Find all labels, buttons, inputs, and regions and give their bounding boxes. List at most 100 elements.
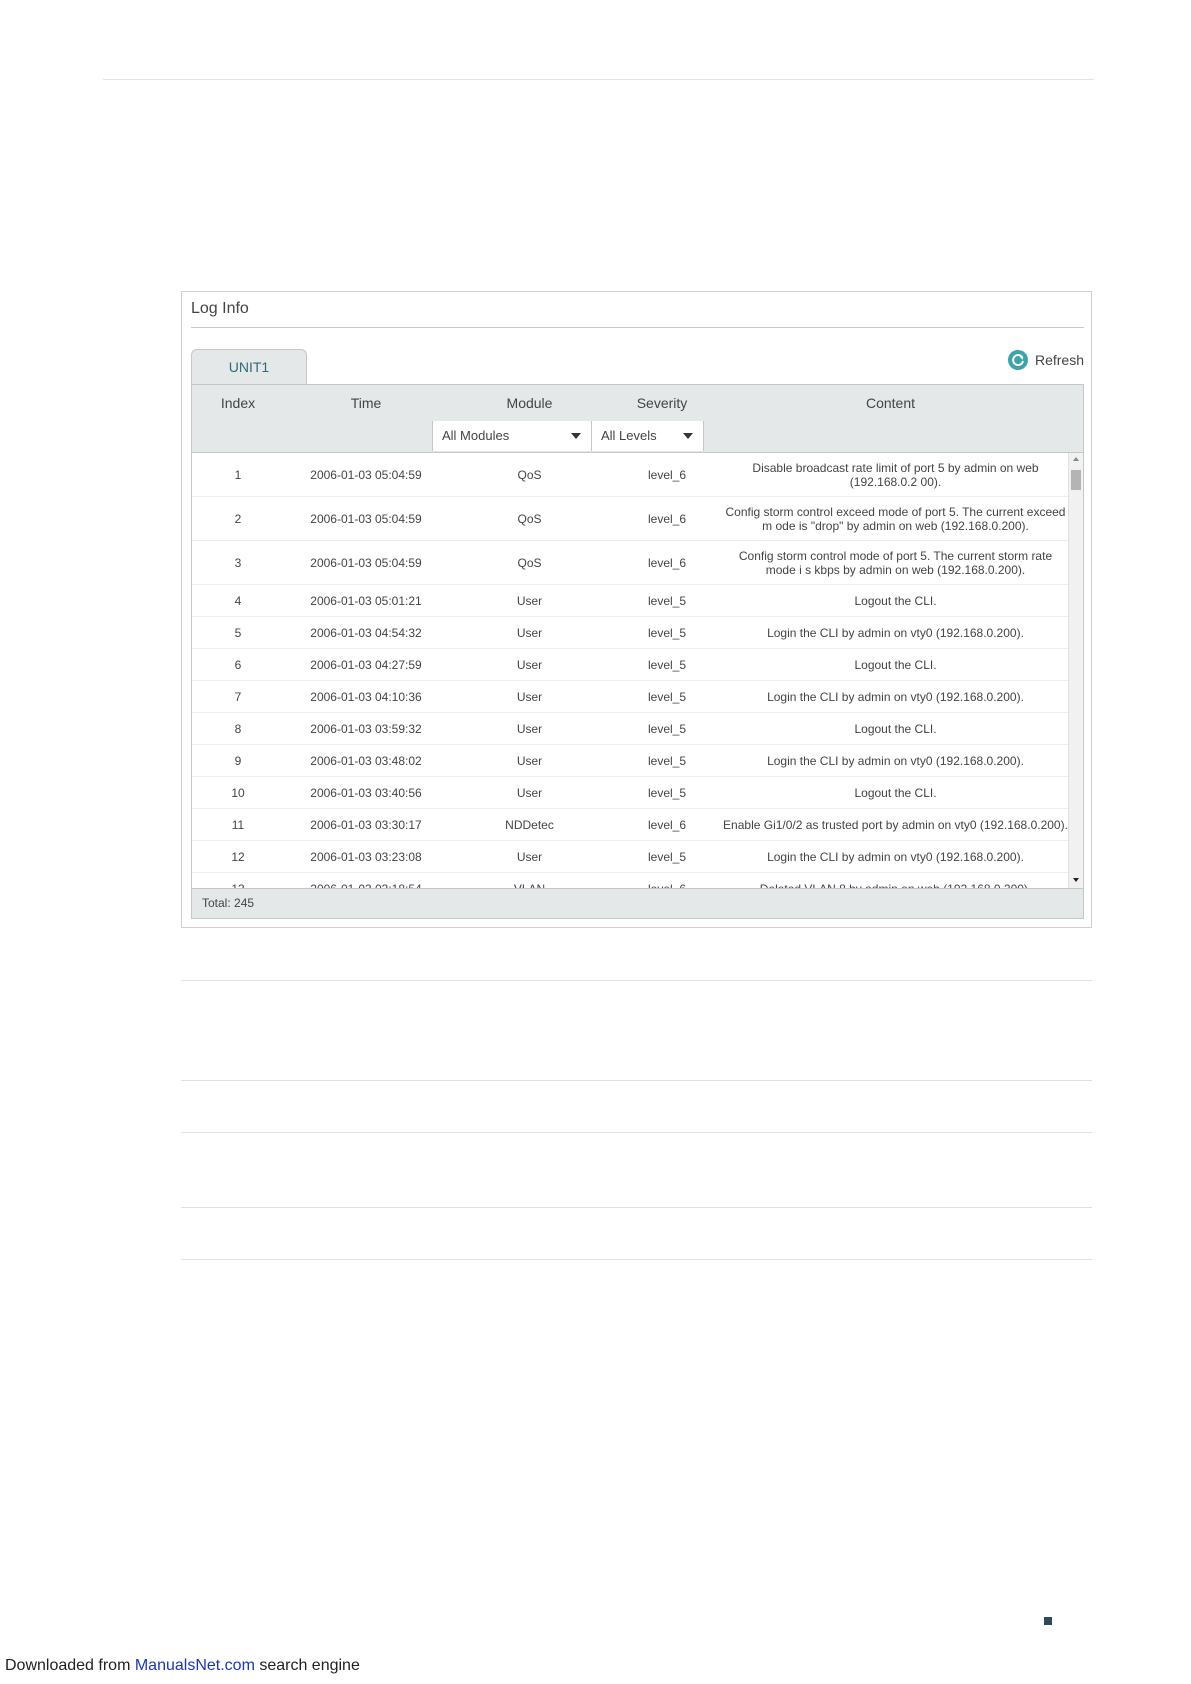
table-row[interactable]: 10 2006-01-03 03:40:56 User level_5 Logo… <box>192 777 1068 809</box>
table-row[interactable]: 6 2006-01-03 04:27:59 User level_5 Logou… <box>192 649 1068 681</box>
cell-index: 6 <box>234 657 242 672</box>
scroll-up-icon[interactable] <box>1073 457 1079 461</box>
cell-content: Logout the CLI. <box>854 785 937 800</box>
section-divider <box>181 1080 1092 1081</box>
cell-time: 2006-01-03 03:48:02 <box>310 753 422 768</box>
cell-content: Logout the CLI. <box>854 593 937 608</box>
cell-time: 2006-01-03 05:04:59 <box>310 511 422 526</box>
cell-time: 2006-01-03 05:04:59 <box>310 555 422 570</box>
cell-severity: level_6 <box>647 817 687 832</box>
refresh-label: Refresh <box>1034 352 1084 368</box>
table-row[interactable]: 12 2006-01-03 03:23:08 User level_5 Logi… <box>192 841 1068 873</box>
table-row[interactable]: 3 2006-01-03 05:04:59 QoS level_6 Config… <box>192 541 1068 585</box>
cell-index: 5 <box>234 625 242 640</box>
table-row[interactable]: 4 2006-01-03 05:01:21 User level_5 Logou… <box>192 585 1068 617</box>
cell-time: 2006-01-03 03:59:32 <box>310 721 422 736</box>
module-filter-value: All Modules <box>442 428 510 443</box>
cell-severity: level_5 <box>647 593 687 608</box>
cell-index: 12 <box>231 849 245 864</box>
section-divider <box>181 1207 1092 1208</box>
cell-content: Config storm control mode of port 5. The… <box>738 548 1053 577</box>
cell-index: 10 <box>231 785 245 800</box>
footer-prefix: Downloaded from <box>5 1657 135 1674</box>
cell-index: 11 <box>231 817 245 832</box>
table-footer: Total: 245 <box>192 888 1083 918</box>
cell-severity: level_5 <box>647 689 687 704</box>
cell-module: QoS <box>517 555 542 570</box>
cell-module: User <box>516 657 543 672</box>
cell-index: 13 <box>192 873 284 889</box>
cell-severity: level_5 <box>647 721 687 736</box>
cell-time: 2006-01-03 03:23:08 <box>310 849 422 864</box>
column-header-time[interactable]: Time <box>284 385 448 421</box>
total-count: Total: 245 <box>202 896 255 910</box>
table-row[interactable]: 7 2006-01-03 04:10:36 User level_5 Login… <box>192 681 1068 713</box>
page-marker <box>1044 1617 1052 1625</box>
table-row[interactable]: 1 2006-01-03 05:04:59 QoS level_6 Disabl… <box>192 453 1068 497</box>
cell-severity: level_5 <box>647 625 687 640</box>
cell-module: User <box>516 625 543 640</box>
table-row[interactable]: 2 2006-01-03 05:04:59 QoS level_6 Config… <box>192 497 1068 541</box>
refresh-button[interactable]: Refresh <box>1007 350 1084 370</box>
section-divider <box>181 980 1092 981</box>
section-divider <box>181 1259 1092 1260</box>
chevron-down-icon <box>683 433 693 439</box>
download-footer: Downloaded from ManualsNet.com search en… <box>5 1657 360 1675</box>
cell-content: Config storm control exceed mode of port… <box>725 504 1066 533</box>
table-row[interactable]: 11 2006-01-03 03:30:17 NDDetec level_6 E… <box>192 809 1068 841</box>
cell-module: User <box>516 593 543 608</box>
cell-content: Login the CLI by admin on vty0 (192.168.… <box>767 625 1024 640</box>
footer-suffix: search engine <box>254 1657 360 1674</box>
severity-filter-value: All Levels <box>601 428 657 443</box>
table-row[interactable]: 13 2006-01-03 03:18:54 VLAN level_6 Dele… <box>192 873 1068 889</box>
cell-severity: level_5 <box>647 849 687 864</box>
log-table: Index Time Module Severity Content All M… <box>191 384 1084 919</box>
refresh-icon <box>1007 350 1028 370</box>
table-scrollbar[interactable] <box>1068 453 1083 888</box>
column-header-module[interactable]: Module <box>448 385 611 421</box>
scroll-down-icon[interactable] <box>1073 878 1079 882</box>
cell-module: User <box>516 849 543 864</box>
cell-time: 2006-01-03 05:01:21 <box>310 593 422 608</box>
manualsnet-link[interactable]: ManualsNet.com <box>135 1657 255 1674</box>
cell-content: Disable broadcast rate limit of port 5 b… <box>752 460 1039 489</box>
cell-time: 2006-01-03 04:27:59 <box>310 657 422 672</box>
cell-time: 2006-01-03 03:30:17 <box>310 817 422 832</box>
cell-index: 3 <box>234 555 242 570</box>
cell-content: Enable Gi1/0/2 as trusted port by admin … <box>723 817 1068 832</box>
cell-severity: level_5 <box>647 753 687 768</box>
cell-severity: level_6 <box>611 873 723 889</box>
cell-severity: level_5 <box>647 657 687 672</box>
column-header-index[interactable]: Index <box>192 385 284 421</box>
title-divider <box>191 327 1084 328</box>
scrollbar-thumb[interactable] <box>1071 470 1081 490</box>
cell-time: 2006-01-03 05:04:59 <box>310 467 422 482</box>
table-row[interactable]: 8 2006-01-03 03:59:32 User level_5 Logou… <box>192 713 1068 745</box>
cell-time: 2006-01-03 04:10:36 <box>310 689 422 704</box>
cell-content: Deleted VLAN 8 by admin on web (192.168.… <box>723 873 1068 889</box>
cell-index: 2 <box>234 511 242 526</box>
column-header-content[interactable]: Content <box>713 385 1068 421</box>
section-divider <box>181 1132 1092 1133</box>
column-header-severity[interactable]: Severity <box>611 385 713 421</box>
tab-unit1[interactable]: UNIT1 <box>191 349 307 384</box>
cell-module: VLAN <box>448 873 611 889</box>
module-filter-select[interactable]: All Modules <box>432 421 592 451</box>
cell-content: Login the CLI by admin on vty0 (192.168.… <box>767 849 1024 864</box>
cell-module: NDDetec <box>505 817 554 832</box>
cell-content: Login the CLI by admin on vty0 (192.168.… <box>767 689 1024 704</box>
table-body[interactable]: 1 2006-01-03 05:04:59 QoS level_6 Disabl… <box>192 453 1068 888</box>
cell-module: User <box>516 689 543 704</box>
cell-severity: level_5 <box>647 785 687 800</box>
cell-time: 2006-01-03 03:40:56 <box>310 785 422 800</box>
cell-module: User <box>516 785 543 800</box>
cell-severity: level_6 <box>647 467 687 482</box>
table-row[interactable]: 9 2006-01-03 03:48:02 User level_5 Login… <box>192 745 1068 777</box>
table-row[interactable]: 5 2006-01-03 04:54:32 User level_5 Login… <box>192 617 1068 649</box>
cell-index: 7 <box>234 689 242 704</box>
severity-filter-select[interactable]: All Levels <box>591 421 704 451</box>
cell-index: 4 <box>234 593 242 608</box>
cell-module: User <box>516 753 543 768</box>
top-divider <box>103 79 1094 80</box>
cell-index: 1 <box>234 467 242 482</box>
